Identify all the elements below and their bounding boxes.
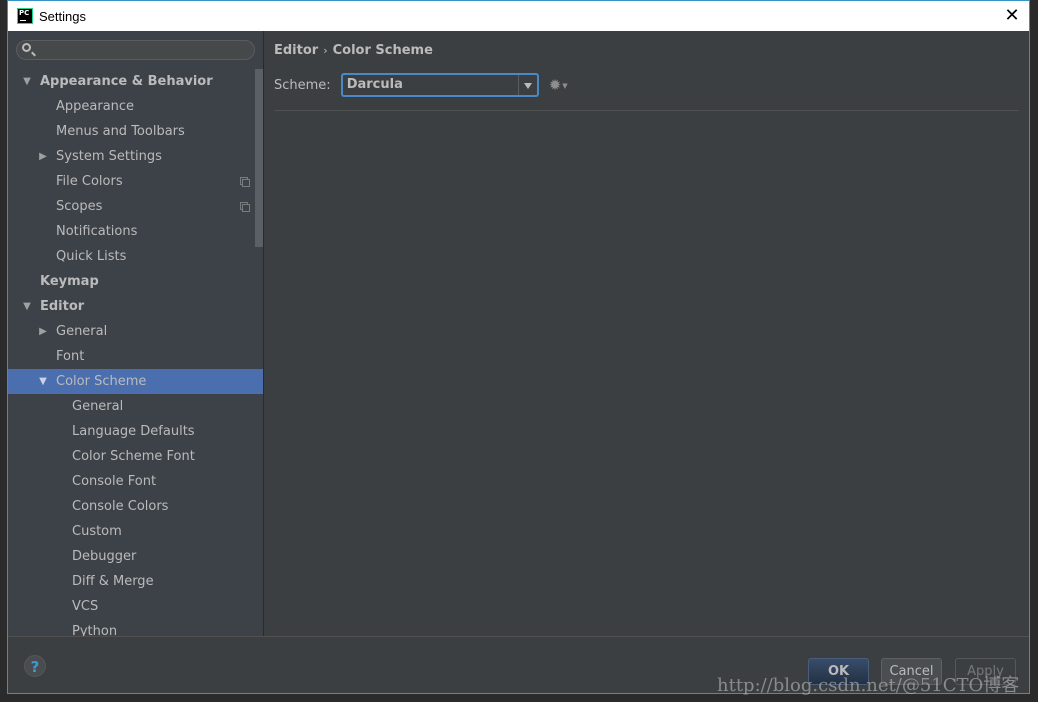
tree-item-label: File Colors bbox=[56, 174, 123, 189]
tree-item-label: Notifications bbox=[56, 224, 138, 239]
breadcrumb-separator: › bbox=[323, 44, 328, 57]
content-separator bbox=[274, 110, 1019, 111]
chevron-down-icon[interactable] bbox=[517, 75, 537, 95]
tree-item-label: Python bbox=[72, 624, 118, 636]
caret-down-icon: ▼ bbox=[562, 81, 568, 90]
expand-arrow-icon[interactable]: ▼ bbox=[22, 294, 32, 319]
tree-item-label: Color Scheme Font bbox=[72, 449, 195, 464]
scheme-selected-value: Darcula bbox=[346, 77, 403, 92]
tree-item-label: Language Defaults bbox=[72, 424, 195, 439]
tree-item-python[interactable]: Python bbox=[8, 619, 255, 636]
tree-item-keymap[interactable]: Keymap bbox=[8, 269, 255, 294]
gear-icon: ✹ bbox=[548, 76, 562, 94]
help-icon: ? bbox=[30, 658, 40, 676]
tree-item-custom[interactable]: Custom bbox=[8, 519, 255, 544]
tree-item-appearance[interactable]: Appearance bbox=[8, 94, 255, 119]
tree-item-label: Diff & Merge bbox=[72, 574, 154, 589]
title-bar: PC Settings ✕ bbox=[8, 1, 1029, 31]
breadcrumb-current: Color Scheme bbox=[332, 43, 433, 58]
tree-item-label: Console Colors bbox=[72, 499, 169, 514]
breadcrumb-parent: Editor bbox=[274, 43, 319, 58]
tree-item-scopes[interactable]: Scopes bbox=[8, 194, 255, 219]
tree-item-general[interactable]: General bbox=[8, 394, 255, 419]
project-level-copy-icon bbox=[240, 177, 250, 187]
tree-item-file-colors[interactable]: File Colors bbox=[8, 169, 255, 194]
tree-item-label: Debugger bbox=[72, 549, 137, 564]
tree-item-label: Editor bbox=[40, 299, 85, 314]
tree-item-label: Quick Lists bbox=[56, 249, 127, 264]
tree-item-general[interactable]: ▶ General bbox=[8, 319, 255, 344]
tree-item-quick-lists[interactable]: Quick Lists bbox=[8, 244, 255, 269]
scheme-dropdown[interactable]: Darcula bbox=[340, 73, 539, 97]
tree-item-label: Scopes bbox=[56, 199, 103, 214]
breadcrumb: Editor › Color Scheme bbox=[274, 43, 433, 58]
expand-arrow-icon[interactable]: ▼ bbox=[38, 369, 48, 394]
settings-sidebar: ▼ Appearance & Behavior Appearance Menus an… bbox=[8, 31, 263, 636]
window-title: Settings bbox=[39, 8, 86, 24]
tree-item-font[interactable]: Font bbox=[8, 344, 255, 369]
tree-item-label: Color Scheme bbox=[56, 374, 147, 389]
tree-item-menus-and-toolbars[interactable]: Menus and Toolbars bbox=[8, 119, 255, 144]
scheme-label: Scheme: bbox=[274, 77, 331, 93]
tree-item-label: VCS bbox=[72, 599, 99, 614]
tree-item-console-colors[interactable]: Console Colors bbox=[8, 494, 255, 519]
tree-item-label: Console Font bbox=[72, 474, 157, 489]
settings-tree: ▼ Appearance & Behavior Appearance Menus an… bbox=[8, 69, 263, 636]
tree-item-label: Appearance & Behavior bbox=[40, 74, 213, 89]
tree-item-color-scheme-font[interactable]: Color Scheme Font bbox=[8, 444, 255, 469]
tree-item-label: General bbox=[72, 399, 124, 414]
search-icon bbox=[22, 43, 31, 52]
tree-item-console-font[interactable]: Console Font bbox=[8, 469, 255, 494]
tree-item-debugger[interactable]: Debugger bbox=[8, 544, 255, 569]
settings-dialog: PC Settings ✕ ▼ Appearance & Behavior Appe… bbox=[7, 0, 1030, 694]
search-input[interactable] bbox=[16, 40, 255, 60]
tree-item-label: Appearance bbox=[56, 99, 135, 114]
expand-arrow-icon[interactable]: ▼ bbox=[22, 69, 32, 94]
dialog-footer: ? OK Cancel Apply bbox=[8, 636, 1029, 693]
tree-item-appearance-behavior[interactable]: ▼ Appearance & Behavior bbox=[8, 69, 255, 94]
tree-item-system-settings[interactable]: ▶ System Settings bbox=[8, 144, 255, 169]
project-level-copy-icon bbox=[240, 202, 250, 212]
help-button[interactable]: ? bbox=[24, 655, 46, 677]
ok-button[interactable]: OK bbox=[808, 658, 869, 685]
tree-item-label: System Settings bbox=[56, 149, 162, 164]
pycharm-logo-icon: PC bbox=[17, 8, 33, 24]
close-icon: ✕ bbox=[1004, 5, 1020, 26]
tree-item-label: Menus and Toolbars bbox=[56, 124, 185, 139]
scheme-actions-button[interactable]: ✹▼ bbox=[549, 76, 568, 94]
tree-item-vcs[interactable]: VCS bbox=[8, 594, 255, 619]
tree-item-label: Custom bbox=[72, 524, 122, 539]
tree-item-color-scheme[interactable]: ▼ Color Scheme bbox=[8, 369, 263, 394]
tree-item-label: General bbox=[56, 324, 108, 339]
collapse-arrow-icon[interactable]: ▶ bbox=[38, 144, 48, 169]
collapse-arrow-icon[interactable]: ▶ bbox=[38, 319, 48, 344]
tree-item-language-defaults[interactable]: Language Defaults bbox=[8, 419, 255, 444]
sidebar-scrollbar[interactable] bbox=[255, 69, 263, 247]
cancel-button[interactable]: Cancel bbox=[881, 658, 942, 685]
tree-item-label: Font bbox=[56, 349, 85, 364]
close-button[interactable]: ✕ bbox=[1001, 5, 1023, 27]
tree-item-label: Keymap bbox=[40, 274, 99, 289]
apply-button[interactable]: Apply bbox=[955, 658, 1016, 685]
tree-item-diff-merge[interactable]: Diff & Merge bbox=[8, 569, 255, 594]
tree-item-editor[interactable]: ▼ Editor bbox=[8, 294, 255, 319]
tree-item-notifications[interactable]: Notifications bbox=[8, 219, 255, 244]
content-panel: Editor › Color Scheme Scheme: Darcula ✹▼ bbox=[264, 31, 1029, 636]
scheme-row: Scheme: Darcula ✹▼ bbox=[274, 72, 568, 98]
